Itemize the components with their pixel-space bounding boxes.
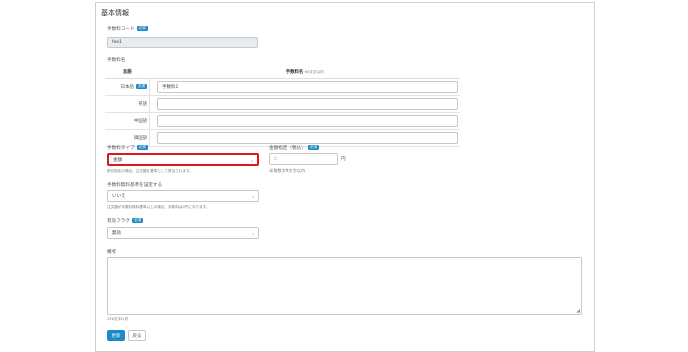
fee-code-value: fee1 [112,40,122,45]
free-condition-hint: 注文額が手数料無料基準以上の場合、手数料は0円になります。 [107,205,210,209]
amount-hint: 半角数字9文字以内 [269,168,306,173]
table-row: 韓国語 [105,129,460,147]
required-badge: 必須 [131,218,144,223]
fee-name-ko-input[interactable] [157,132,458,144]
name-cell-en [149,95,460,113]
update-button[interactable]: 更新 [107,330,125,341]
amount-label-text: 金額指定（税込） [269,146,306,151]
fee-name-ja-input[interactable]: 手数料1 [157,81,458,93]
name-cell-ko [149,129,460,147]
chevron-down-icon: ⌄ [250,157,254,162]
free-condition-select[interactable]: いいえ ⌄ [107,190,259,202]
amount-input[interactable]: 0 [269,153,338,165]
remarks-hint: 256文字以内 [107,317,129,321]
lang-cell-ko: 韓国語 [105,129,150,147]
fee-code-label-text: 手数料コード [107,27,135,32]
fee-name-table: 言語 手数料名 64文字以内 日本語 必須 手数料1 英語 中国語 韓国語 [105,66,460,147]
remarks-label: 備考 [107,250,117,255]
valid-flag-select[interactable]: 無効 ⌄ [107,227,259,239]
back-button[interactable]: 戻る [128,330,146,341]
lang-cell-zh: 中国語 [105,112,150,130]
valid-flag-label-text: 有効フラグ [107,219,130,224]
table-row: 中国語 [105,112,460,130]
basic-info-panel: 基本情報 手数料コード 必須 fee1 手数料名 言語 手数料名 64文字以内 日… [95,2,595,352]
fee-type-label-text: 手数料タイプ [107,146,135,151]
free-condition-value: いいえ [112,194,126,199]
name-cell-zh [149,112,460,130]
col-name-note: 64文字以内 [304,70,324,74]
name-cell-ja: 手数料1 [149,78,460,96]
required-badge: 必須 [136,145,148,150]
amount-unit: 円 [341,157,346,162]
table-row: 日本語 必須 手数料1 [105,78,460,96]
fee-type-select[interactable]: 金額 ⌄ [107,153,259,166]
lang-cell-en: 英語 [105,95,150,113]
fee-code-label: 手数料コード 必須 [107,26,148,32]
remarks-textarea[interactable]: ◢ [107,257,582,315]
fee-code-field: fee1 [107,37,258,48]
fee-type-label: 手数料タイプ 必須 [107,145,148,151]
fee-name-zh-input[interactable] [157,115,458,127]
col-name-text: 手数料名 [285,70,304,75]
fee-name-table-header: 言語 手数料名 64文字以内 [105,66,460,79]
resize-handle-icon[interactable]: ◢ [576,308,580,314]
panel-title: 基本情報 [101,9,129,17]
chevron-down-icon: ⌄ [251,193,255,199]
col-name-header: 手数料名 64文字以内 [149,66,460,79]
fee-name-en-input[interactable] [157,98,458,110]
fee-name-label: 手数料名 [107,58,126,63]
lang-label-ja: 日本語 [120,85,134,90]
fee-type-hint: 割引指定の場合、注文額を基準として算出されます。 [107,169,193,173]
required-badge: 必須 [135,84,147,89]
required-badge: 必須 [307,145,319,150]
table-row: 英語 [105,95,460,113]
fee-type-value: 金額 [113,157,122,163]
required-badge: 必須 [136,26,148,31]
lang-cell-ja: 日本語 必須 [105,78,150,96]
valid-flag-value: 無効 [112,231,121,236]
col-lang-header: 言語 [105,66,150,79]
free-condition-label: 手数料無料基準を設定する [107,183,163,188]
valid-flag-label: 有効フラグ 必須 [107,218,144,224]
amount-label: 金額指定（税込） 必須 [269,145,319,151]
chevron-down-icon: ⌄ [251,230,255,236]
